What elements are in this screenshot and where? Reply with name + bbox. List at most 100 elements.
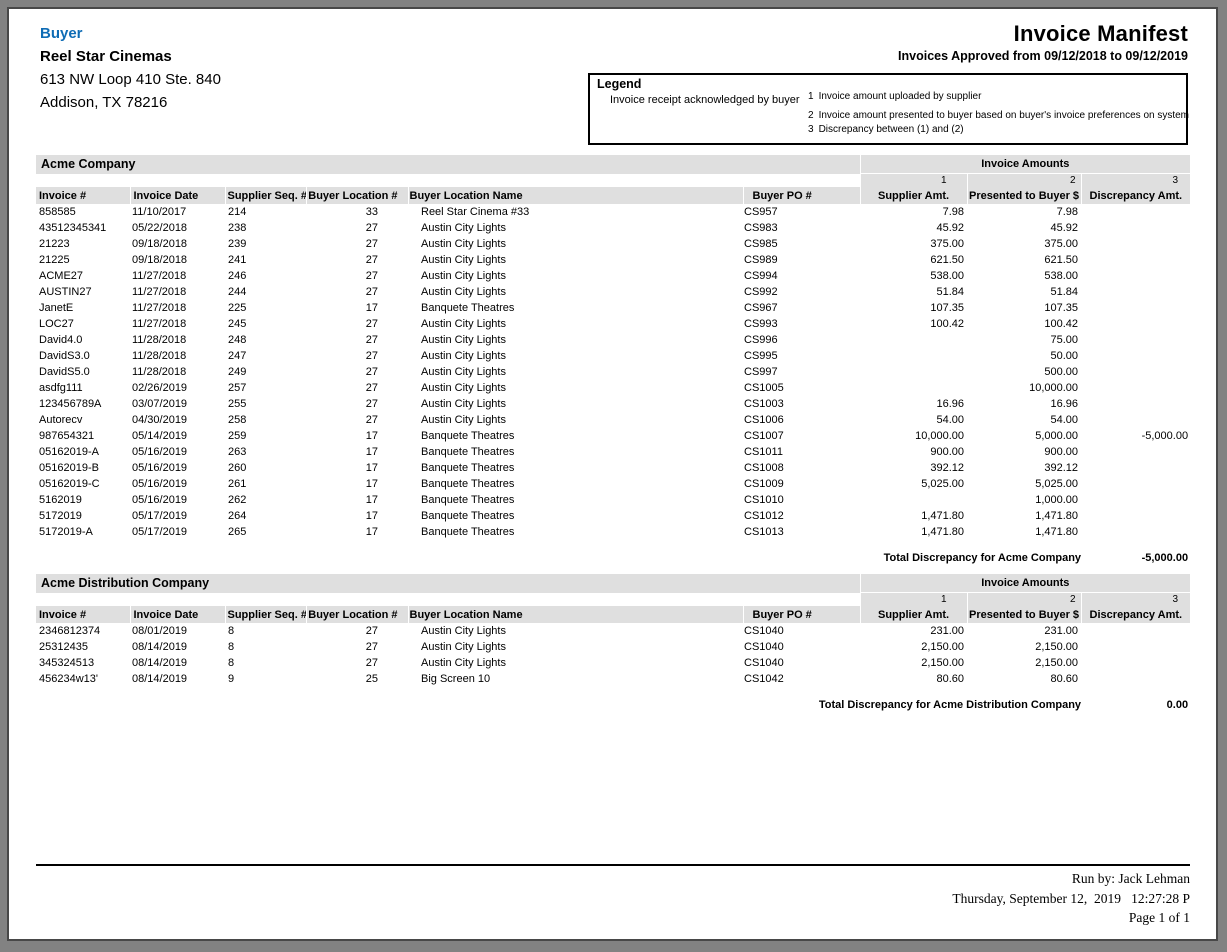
discrepancy-amt-cell <box>1081 655 1190 671</box>
buyer-location-num-cell: 27 <box>306 220 408 236</box>
invoice-row: 21225 09/18/2018 241 27 Austin City Ligh… <box>36 252 1190 268</box>
invoice-number-cell: 21225 <box>36 252 130 268</box>
supplier-seq-cell: 265 <box>225 524 306 540</box>
buyer-location-num-cell: 27 <box>306 380 408 396</box>
legend-item: 3Discrepancy between (1) and (2) <box>808 124 964 135</box>
invoice-row: asdfg111 02/26/2019 257 27 Austin City L… <box>36 380 1190 396</box>
presented-amt-cell: 80.60 <box>967 671 1081 687</box>
presented-amt-cell: 538.00 <box>967 268 1081 284</box>
discrepancy-amt-cell <box>1081 396 1190 412</box>
presented-amt-cell: 5,000.00 <box>967 428 1081 444</box>
buyer-location-name-cell: Banquete Theatres <box>408 492 743 508</box>
supplier-seq-cell: 246 <box>225 268 306 284</box>
supplier-amt-cell: 80.60 <box>860 671 967 687</box>
buyer-po-cell: CS992 <box>743 284 860 300</box>
buyer-po-cell: CS1009 <box>743 476 860 492</box>
buyer-location-name-cell: Austin City Lights <box>408 284 743 300</box>
supplier-amt-cell: 2,150.00 <box>860 655 967 671</box>
buyer-po-cell: CS1040 <box>743 639 860 655</box>
supplier-seq-cell: 238 <box>225 220 306 236</box>
buyer-location-num-cell: 17 <box>306 492 408 508</box>
supplier-seq-cell: 8 <box>225 639 306 655</box>
supplier-seq-cell: 247 <box>225 348 306 364</box>
discrepancy-amt-cell: -5,000.00 <box>1081 428 1190 444</box>
invoice-date-cell: 08/01/2019 <box>130 623 225 639</box>
supplier-amt-cell: 5,025.00 <box>860 476 967 492</box>
supplier-amt-cell: 2,150.00 <box>860 639 967 655</box>
buyer-po-cell: CS1040 <box>743 655 860 671</box>
presented-amt-cell: 1,471.80 <box>967 524 1081 540</box>
buyer-location-num-cell: 17 <box>306 508 408 524</box>
presented-amt-cell: 107.35 <box>967 300 1081 316</box>
col-supplier-amt: Supplier Amt. <box>860 187 967 204</box>
invoice-row: 43512345341 05/22/2018 238 27 Austin Cit… <box>36 220 1190 236</box>
buyer-location-name-cell: Austin City Lights <box>408 396 743 412</box>
supplier-amt-cell: 16.96 <box>860 396 967 412</box>
invoice-date-cell: 11/28/2018 <box>130 364 225 380</box>
report-subtitle: Invoices Approved from 09/12/2018 to 09/… <box>898 49 1188 63</box>
supplier-amt-cell <box>860 348 967 364</box>
legend-heading: Legend <box>590 75 1186 91</box>
invoice-row: 25312435 08/14/2019 8 27 Austin City Lig… <box>36 639 1190 655</box>
buyer-location-name-cell: Banquete Theatres <box>408 444 743 460</box>
supplier-amt-cell: 900.00 <box>860 444 967 460</box>
discrepancy-amt-cell <box>1081 639 1190 655</box>
discrepancy-amt-cell <box>1081 204 1190 220</box>
col-invoice-number: Invoice # <box>36 606 130 623</box>
presented-amt-cell: 45.92 <box>967 220 1081 236</box>
buyer-location-num-cell: 27 <box>306 412 408 428</box>
legend-note: Invoice receipt acknowledged by buyer <box>610 94 800 106</box>
supplier-seq-cell: 248 <box>225 332 306 348</box>
presented-amt-cell: 100.42 <box>967 316 1081 332</box>
discrepancy-amt-cell <box>1081 300 1190 316</box>
presented-amt-cell: 7.98 <box>967 204 1081 220</box>
invoice-date-cell: 11/27/2018 <box>130 268 225 284</box>
col-discrepancy-amt: Discrepancy Amt. <box>1081 606 1190 623</box>
supplier-seq-cell: 239 <box>225 236 306 252</box>
buyer-po-cell: CS1005 <box>743 380 860 396</box>
col-presented-to-buyer: Presented to Buyer $ <box>967 606 1081 623</box>
invoice-number-cell: 345324513 <box>36 655 130 671</box>
total-discrepancy-label: Total Discrepancy for Acme Company <box>36 540 1081 568</box>
supplier-seq-cell: 214 <box>225 204 306 220</box>
invoice-row: 123456789A 03/07/2019 255 27 Austin City… <box>36 396 1190 412</box>
presented-amt-cell: 621.50 <box>967 252 1081 268</box>
buyer-location-num-cell: 27 <box>306 284 408 300</box>
discrepancy-amt-cell <box>1081 623 1190 639</box>
buyer-po-cell: CS995 <box>743 348 860 364</box>
buyer-location-name-cell: Banquete Theatres <box>408 300 743 316</box>
invoice-number-cell: 5162019 <box>36 492 130 508</box>
invoice-number-cell: 123456789A <box>36 396 130 412</box>
supplier-amt-cell <box>860 364 967 380</box>
invoice-row: David4.0 11/28/2018 248 27 Austin City L… <box>36 332 1190 348</box>
supplier-amt-cell: 538.00 <box>860 268 967 284</box>
total-discrepancy-label: Total Discrepancy for Acme Distribution … <box>36 687 1081 715</box>
supplier-amt-cell: 375.00 <box>860 236 967 252</box>
invoice-number-cell: 05162019-C <box>36 476 130 492</box>
discrepancy-amt-cell <box>1081 492 1190 508</box>
invoice-number-cell: 25312435 <box>36 639 130 655</box>
buyer-location-name-cell: Banquete Theatres <box>408 524 743 540</box>
buyer-location-name-cell: Austin City Lights <box>408 364 743 380</box>
supplier-amt-cell: 45.92 <box>860 220 967 236</box>
buyer-location-name-cell: Austin City Lights <box>408 236 743 252</box>
presented-amt-cell: 5,025.00 <box>967 476 1081 492</box>
invoice-number-cell: DavidS5.0 <box>36 364 130 380</box>
discrepancy-amt-cell <box>1081 284 1190 300</box>
buyer-location-name-cell: Banquete Theatres <box>408 428 743 444</box>
buyer-location-name-cell: Banquete Theatres <box>408 460 743 476</box>
col-supplier-seq: Supplier Seq. # <box>225 606 306 623</box>
supplier-amt-cell: 392.12 <box>860 460 967 476</box>
supplier-amt-cell <box>860 380 967 396</box>
supplier-seq-cell: 259 <box>225 428 306 444</box>
buyer-po-cell: CS1008 <box>743 460 860 476</box>
discrepancy-amt-cell <box>1081 476 1190 492</box>
invoice-date-cell: 11/27/2018 <box>130 300 225 316</box>
col-buyer-location-num: Buyer Location # <box>306 606 408 623</box>
invoice-date-cell: 08/14/2019 <box>130 639 225 655</box>
presented-amt-cell: 392.12 <box>967 460 1081 476</box>
invoice-number-cell: David4.0 <box>36 332 130 348</box>
discrepancy-amt-cell <box>1081 332 1190 348</box>
discrepancy-amt-cell <box>1081 460 1190 476</box>
presented-amt-cell: 375.00 <box>967 236 1081 252</box>
